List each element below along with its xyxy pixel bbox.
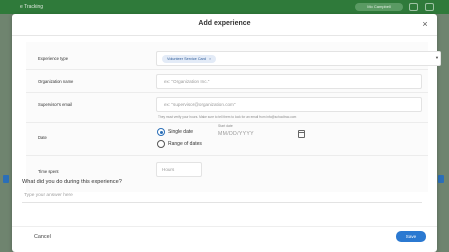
- page-side-button-right: [438, 175, 444, 183]
- start-date-input[interactable]: MM/DD/YYYY: [218, 131, 254, 137]
- divider: [26, 122, 428, 123]
- close-icon[interactable]: ×: [419, 18, 431, 30]
- chip-remove-icon[interactable]: ×: [209, 57, 211, 61]
- experience-type-select[interactable]: Volunteer Service Card × ▼: [156, 51, 441, 66]
- supervisor-email-help: They must verify your hours. Make sure t…: [158, 115, 297, 119]
- time-spent-placeholder: Hours: [162, 167, 175, 172]
- experience-type-label: Experience type: [38, 56, 69, 61]
- chip-label: Volunteer Service Card: [167, 57, 207, 61]
- page-side-button-left: [3, 175, 9, 183]
- organization-name-label: Organization name: [38, 79, 74, 84]
- dialog-header: Add experience ×: [12, 14, 437, 36]
- divider: [26, 69, 428, 70]
- time-spent-input[interactable]: Hours: [156, 162, 202, 177]
- single-date-label: Single date: [168, 129, 194, 135]
- experience-type-chip: Volunteer Service Card ×: [162, 55, 217, 63]
- supervisor-email-input[interactable]: ex: "supervisor@organization.com": [156, 97, 422, 112]
- experience-answer-placeholder: Type your answer here: [24, 193, 73, 198]
- save-button[interactable]: Save: [396, 231, 426, 242]
- range-of-dates-label: Range of dates: [168, 141, 202, 147]
- experience-answer-input[interactable]: Type your answer here: [22, 189, 422, 203]
- time-spent-label: Time spent: [38, 169, 59, 174]
- supervisor-email-label: Supervisor's email: [38, 102, 73, 107]
- add-experience-dialog: Add experience × Experience type Volunte…: [12, 14, 441, 252]
- app-brand: e Tracking: [20, 4, 44, 10]
- range-of-dates-radio[interactable]: [157, 140, 165, 148]
- footer-divider: [12, 226, 437, 227]
- dialog-title: Add experience: [198, 20, 251, 27]
- divider: [26, 92, 428, 93]
- experience-question: What did you do during this experience?: [22, 179, 122, 185]
- experience-form: Experience type Volunteer Service Card × …: [26, 42, 441, 192]
- cancel-button[interactable]: Cancel: [34, 234, 51, 240]
- window-icon: [409, 3, 418, 11]
- top-app-bar: e Tracking Mo Campbell: [0, 0, 449, 14]
- date-label: Date: [38, 135, 47, 140]
- organization-name-input[interactable]: ex: "Organization Inc.": [156, 74, 422, 89]
- divider: [26, 155, 428, 156]
- calendar-icon[interactable]: [298, 130, 305, 138]
- user-pill: Mo Campbell: [355, 3, 403, 11]
- organization-name-placeholder: ex: "Organization Inc.": [164, 79, 210, 84]
- menu-icon: [425, 3, 434, 11]
- chevron-down-icon[interactable]: ▼: [435, 55, 439, 60]
- start-date-label: Start date: [218, 124, 233, 128]
- supervisor-email-placeholder: ex: "supervisor@organization.com": [164, 102, 236, 107]
- single-date-radio[interactable]: [157, 128, 165, 136]
